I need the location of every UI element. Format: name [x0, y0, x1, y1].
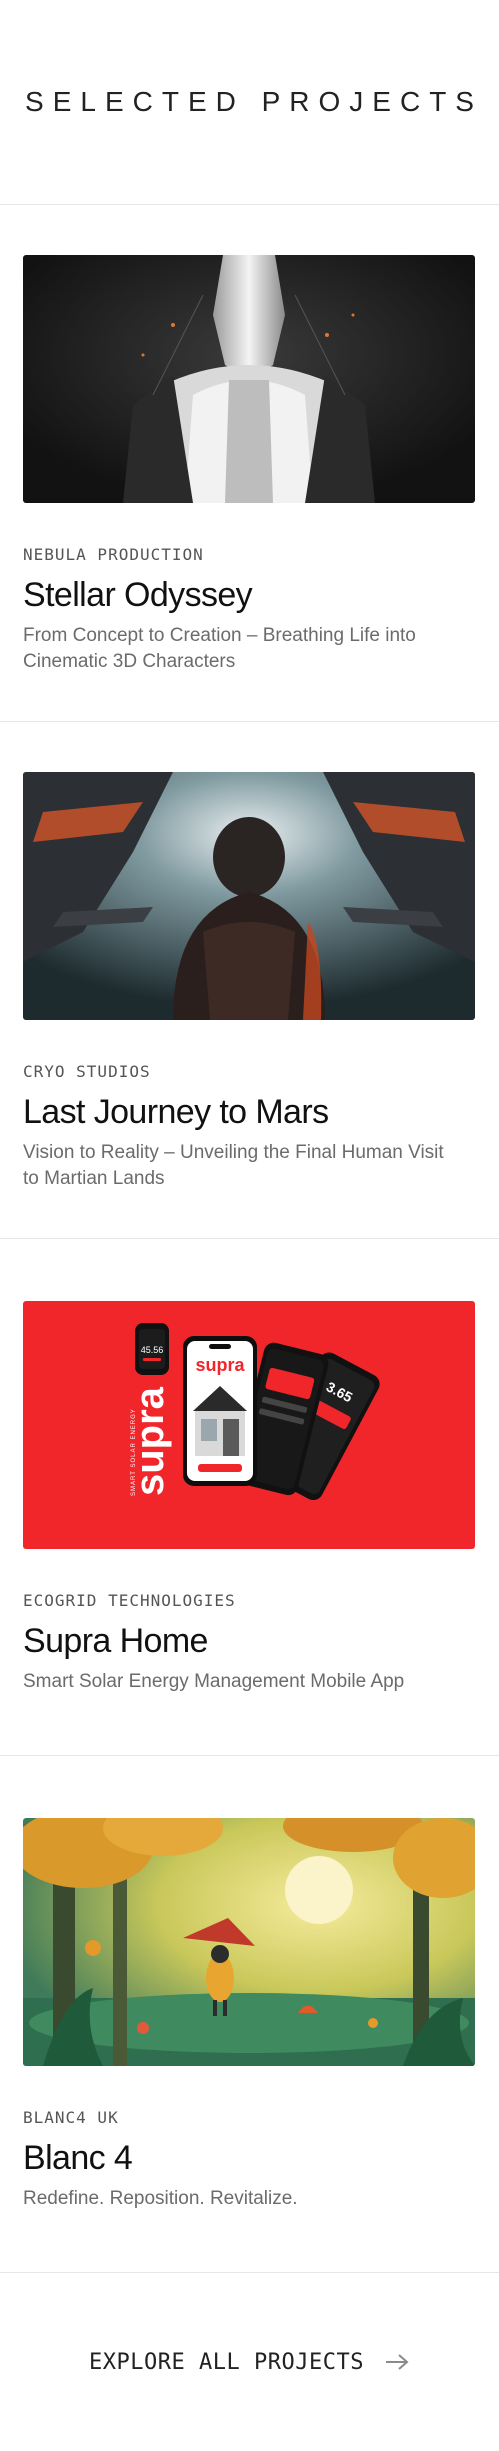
robot-artwork-image: [23, 255, 475, 503]
section-header: SELECTED PROJECTS: [0, 0, 499, 205]
explore-all-projects-link[interactable]: EXPLORE ALL PROJECTS: [89, 2350, 410, 2375]
arrow-right-icon: [384, 2352, 410, 2372]
project-description: From Concept to Creation – Breathing Lif…: [23, 625, 416, 672]
projects-footer: EXPLORE ALL PROJECTS: [0, 2273, 499, 2451]
project-client: ECOGRID TECHNOLOGIES: [23, 1591, 236, 1610]
project-thumbnail[interactable]: [23, 772, 475, 1020]
astronaut-artwork-image: [23, 772, 475, 1020]
projects-page: SELECTED PROJECTS NEBULA PRODUCTION Stel…: [0, 0, 499, 2451]
project-card-blanc-4[interactable]: BLANC4 UK Blanc 4 Redefine. Reposition. …: [0, 1756, 499, 2273]
project-description: Vision to Reality – Unveiling the Final …: [23, 1142, 444, 1189]
section-title: SELECTED PROJECTS: [25, 86, 483, 117]
project-title[interactable]: Stellar Odyssey: [23, 576, 476, 615]
mockup-watch-value: 45.56: [141, 1345, 164, 1355]
project-thumbnail[interactable]: [23, 1818, 475, 2066]
project-thumbnail[interactable]: supra SMART SOLAR ENERGY 45.56 3.65 supr…: [23, 1301, 475, 1549]
project-client: NEBULA PRODUCTION: [23, 545, 204, 564]
forest-illustration-image: [23, 1818, 475, 2066]
mockup-phone-brand: supra: [195, 1355, 245, 1375]
project-description: Smart Solar Energy Management Mobile App: [23, 1671, 405, 1692]
project-title[interactable]: Supra Home: [23, 1622, 476, 1661]
project-thumbnail[interactable]: [23, 255, 475, 503]
explore-all-projects-label: EXPLORE ALL PROJECTS: [89, 2349, 364, 2375]
project-client: BLANC4 UK: [23, 2108, 119, 2127]
project-card-last-journey-to-mars[interactable]: CRYO STUDIOS Last Journey to Mars Vision…: [0, 722, 499, 1239]
project-card-stellar-odyssey[interactable]: NEBULA PRODUCTION Stellar Odyssey From C…: [0, 205, 499, 722]
project-description: Redefine. Reposition. Revitalize.: [23, 2188, 298, 2209]
project-title[interactable]: Last Journey to Mars: [23, 1093, 476, 1132]
project-client: CRYO STUDIOS: [23, 1062, 151, 1081]
supra-app-mockup-image: supra SMART SOLAR ENERGY 45.56 3.65 supr…: [23, 1301, 475, 1549]
project-title[interactable]: Blanc 4: [23, 2139, 476, 2178]
project-card-supra-home[interactable]: supra SMART SOLAR ENERGY 45.56 3.65 supr…: [0, 1239, 499, 1756]
mockup-vertical-tagline: SMART SOLAR ENERGY: [131, 1408, 137, 1496]
